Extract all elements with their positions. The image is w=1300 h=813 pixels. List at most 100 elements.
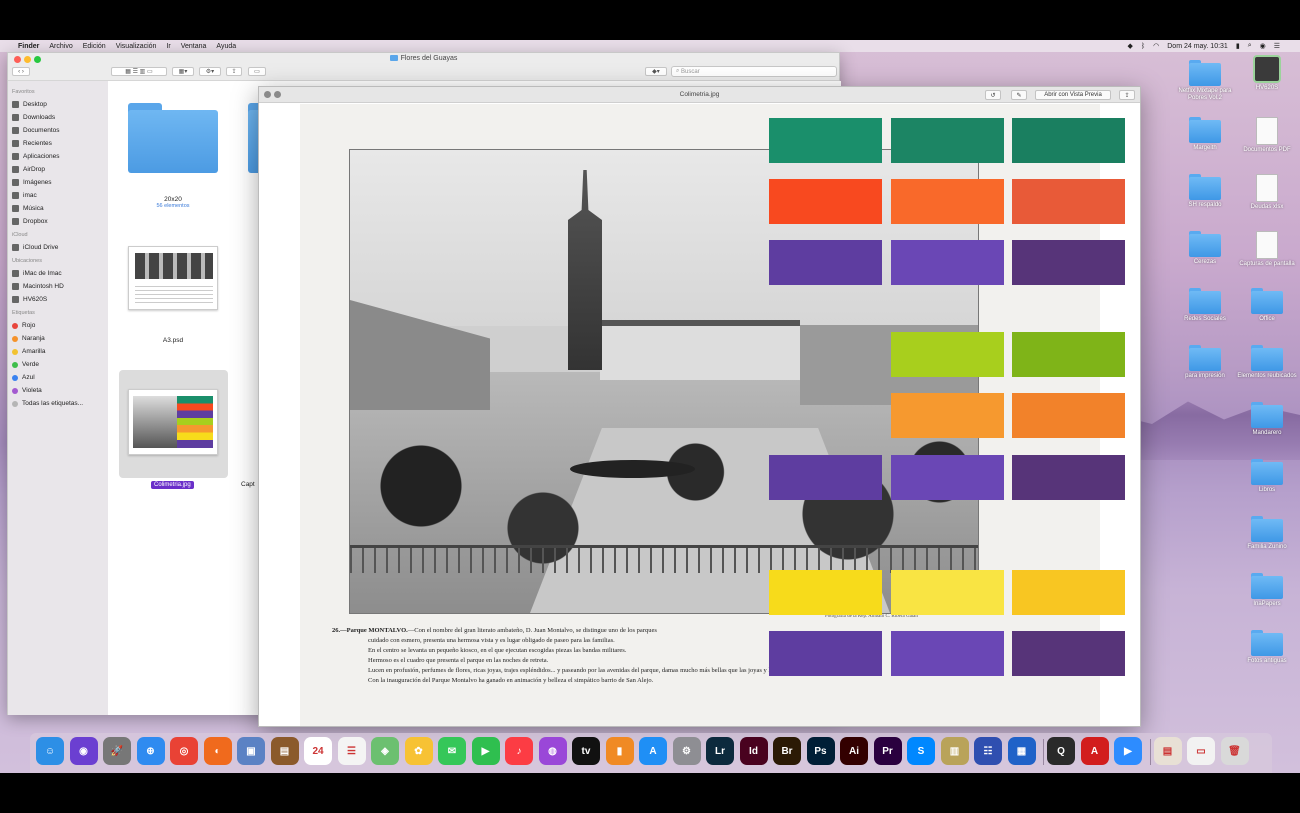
sidebar-item-fav-8[interactable]: Música [12, 202, 108, 215]
file-thumbnail-a3[interactable] [128, 246, 218, 310]
lightroom-icon[interactable]: Lr [706, 737, 734, 765]
sidebar-item-fav-7[interactable]: imac [12, 189, 108, 202]
clock[interactable]: Dom 24 may. 10:31 [1167, 43, 1228, 50]
finder-icon[interactable]: ☺ [36, 737, 64, 765]
sidebar-item-tag-4[interactable]: Azul [12, 371, 108, 384]
appstore-icon[interactable]: A [639, 737, 667, 765]
user-manager-icon[interactable]: ☷ [974, 737, 1002, 765]
bluetooth-icon[interactable]: ᛒ [1141, 43, 1145, 50]
documents-stack-icon[interactable]: ▭ [1187, 737, 1215, 765]
back-forward-buttons[interactable]: ‹ › [12, 67, 30, 76]
shazam-icon[interactable]: S [907, 737, 935, 765]
desktop-icon-doc[interactable]: Deudas xlsx [1232, 174, 1300, 211]
menu-ir[interactable]: Ir [166, 43, 170, 50]
sidebar-item-fav-4[interactable]: Aplicaciones [12, 150, 108, 163]
books-icon[interactable]: ▮ [605, 737, 634, 765]
desktop-icon-folder[interactable]: Margeith [1170, 117, 1240, 152]
sidebar-item-fav-3[interactable]: Recientes [12, 137, 108, 150]
selected-file-label[interactable]: Colimetria.jpg [151, 481, 194, 489]
maps-icon[interactable]: ◈ [371, 737, 399, 765]
sidebar-item-tag-0[interactable]: Rojo [12, 319, 108, 332]
safari-icon[interactable]: ⊕ [136, 737, 165, 765]
bridge-icon[interactable]: Br [773, 737, 801, 765]
sidebar-item-loc-1[interactable]: Macintosh HD [12, 280, 108, 293]
desktop-icon-doc[interactable]: Capturas de pantalla [1232, 231, 1300, 268]
menu-visualizacion[interactable]: Visualización [116, 43, 157, 50]
desktop-icon-folder[interactable]: Redes Sociales [1170, 288, 1240, 323]
desktop-icon-folder[interactable]: Office [1232, 288, 1300, 323]
desktop-icon-folder[interactable]: SH respaldo [1170, 174, 1240, 209]
sidebar-item-tag-3[interactable]: Verde [12, 358, 108, 371]
sidebar-item-tag-1[interactable]: Naranja [12, 332, 108, 345]
sidebar-item-fav-9[interactable]: Dropbox [12, 215, 108, 228]
sidebar-item-tag-5[interactable]: Violeta [12, 384, 108, 397]
desktop-icon-doc[interactable]: Documentos PDF [1232, 117, 1300, 154]
trash-icon[interactable]: 🗑 [1220, 737, 1249, 765]
firefox-icon[interactable]: ◐ [203, 737, 232, 765]
desktop-icon-folder[interactable]: Cerezas [1170, 231, 1240, 266]
sidebar-item-loc-0[interactable]: iMac de Imac [12, 267, 108, 280]
desktop-icon-drive[interactable]: HV620S [1232, 55, 1300, 92]
action-gear-icon[interactable]: ⚙▾ [199, 67, 221, 76]
desktop-icon-folder[interactable]: Mandarero [1232, 402, 1300, 437]
chrome-icon[interactable]: ◎ [170, 737, 198, 765]
facetime-icon[interactable]: ▶ [471, 737, 500, 765]
desktop-icon-folder[interactable]: Familia Zunino [1232, 516, 1300, 551]
markup-icon[interactable]: ✎ [1011, 90, 1027, 100]
menu-edicion[interactable]: Edición [83, 43, 106, 50]
rotate-icon[interactable]: ↺ [985, 90, 1001, 100]
sidebar-item-tag-2[interactable]: Amarilla [12, 345, 108, 358]
sidebar-item-icloud-0[interactable]: iCloud Drive [12, 241, 108, 254]
messages-icon[interactable]: ✉ [438, 737, 466, 765]
screen-tool-icon[interactable]: ▦ [1007, 737, 1036, 765]
zoom-icon[interactable]: ▶ [1114, 737, 1142, 765]
open-with-preview-button[interactable]: Abrir con Vista Previa [1035, 90, 1111, 100]
menu-ventana[interactable]: Ventana [181, 43, 207, 50]
flag-icon[interactable]: ▮ [1236, 42, 1240, 50]
wifi-icon[interactable]: ◠ [1153, 42, 1159, 50]
notification-center-icon[interactable]: ☰ [1274, 42, 1280, 50]
menu-archivo[interactable]: Archivo [49, 43, 72, 50]
quicktime-icon[interactable]: Q [1047, 737, 1075, 765]
sidebar-item-fav-5[interactable]: AirDrop [12, 163, 108, 176]
music-icon[interactable]: ♪ [505, 737, 533, 765]
acrobat-icon[interactable]: A [1080, 737, 1109, 765]
preview-icon[interactable]: ▣ [237, 737, 265, 765]
appletv-icon[interactable]: tv [572, 737, 600, 765]
desktop-icon-folder[interactable]: Libros [1232, 459, 1300, 494]
share-icon[interactable]: ⇪ [226, 67, 242, 76]
indesign-icon[interactable]: Id [739, 737, 768, 765]
premiere-icon[interactable]: Pr [873, 737, 902, 765]
system-preferences-icon[interactable]: ⚙ [672, 737, 701, 765]
folder-item-20x20[interactable] [128, 103, 218, 173]
sidebar-item-fav-1[interactable]: Downloads [12, 111, 108, 124]
illustrator-icon[interactable]: Ai [840, 737, 868, 765]
menu-finder[interactable]: Finder [18, 43, 39, 50]
spotlight-icon[interactable]: ⌕ [1248, 42, 1252, 50]
archive-utility-icon[interactable]: ▥ [940, 737, 969, 765]
photoshop-icon[interactable]: Ps [806, 737, 835, 765]
sidebar-item-loc-2[interactable]: HV620S [12, 293, 108, 306]
sidebar-item-fav-0[interactable]: Desktop [12, 98, 108, 111]
desktop-icon-folder[interactable]: Netflix Mixtape para Pobres Vol.2 [1170, 60, 1240, 102]
downloads-stack-icon[interactable]: ▤ [1153, 737, 1182, 765]
photos-icon[interactable]: ✿ [404, 737, 433, 765]
calendar-icon[interactable]: 24 [304, 737, 332, 765]
desktop-icon-folder[interactable]: Elementos reubicados [1232, 345, 1300, 380]
podcasts-icon[interactable]: ◍ [538, 737, 567, 765]
desktop-icon-folder[interactable]: Fotos antiguas [1232, 630, 1300, 665]
dropbox-toolbar-icon[interactable]: ◆▾ [645, 67, 667, 76]
view-mode-buttons[interactable]: ▦ ☰ ▥ ▭ [111, 67, 167, 76]
dropbox-status-icon[interactable]: ◆ [1128, 42, 1133, 50]
sidebar-item-fav-6[interactable]: Imágenes [12, 176, 108, 189]
notebook-icon[interactable]: ▤ [270, 737, 299, 765]
sidebar-item-fav-2[interactable]: Documentos [12, 124, 108, 137]
share-icon[interactable]: ⇪ [1119, 90, 1135, 100]
file-thumbnail-colimetria[interactable] [128, 389, 218, 455]
desktop-icon-folder[interactable]: para impresión [1170, 345, 1240, 380]
search-input[interactable]: ⌕ Buscar [671, 66, 837, 77]
menu-ayuda[interactable]: Ayuda [216, 43, 236, 50]
tags-icon[interactable]: ▭ [248, 67, 266, 76]
siri-icon[interactable]: ◉ [69, 737, 98, 765]
launchpad-icon[interactable]: 🚀 [103, 737, 131, 765]
